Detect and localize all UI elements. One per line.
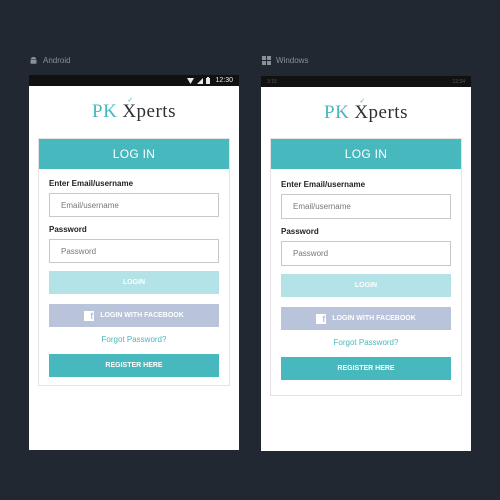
login-button[interactable]: LOGIN: [49, 271, 219, 294]
facebook-login-button[interactable]: f LOGIN WITH FACEBOOK: [281, 307, 451, 330]
password-field[interactable]: Password: [49, 239, 219, 263]
android-phone-screen: 12:30 PK ✓ Xperts LOG IN Enter Email/user…: [29, 75, 239, 450]
windows-label-text: Windows: [276, 55, 309, 65]
logo-pk: PK: [324, 102, 350, 123]
email-field[interactable]: Email/username: [49, 193, 219, 217]
password-label: Password: [49, 225, 87, 234]
status-time: 12:34: [452, 78, 465, 85]
login-card: LOG IN Enter Email/username Email/userna…: [270, 138, 462, 396]
facebook-login-button[interactable]: f LOGIN WITH FACEBOOK: [49, 304, 219, 327]
status-left-text: 3:15: [267, 78, 277, 85]
brand-logo: PK ✓ Xperts: [261, 93, 471, 133]
forgot-password-link[interactable]: Forgot Password?: [49, 335, 219, 344]
windows-platform-label: Windows: [262, 54, 308, 66]
brand-logo: PK ✓ Xperts: [29, 92, 239, 132]
android-label-text: Android: [43, 55, 71, 65]
register-button[interactable]: REGISTER HERE: [281, 357, 451, 380]
windows-phone-screen: 3:15 12:34 PK ✓ Xperts LOG IN Enter Email…: [261, 76, 471, 451]
facebook-login-label: LOGIN WITH FACEBOOK: [332, 315, 416, 322]
logo-accent-mark: ✓: [359, 97, 366, 105]
password-label: Password: [281, 227, 319, 236]
email-label: Enter Email/username: [281, 180, 366, 189]
password-field[interactable]: Password: [281, 241, 451, 266]
signal-icon: [197, 77, 204, 84]
register-button[interactable]: REGISTER HERE: [49, 354, 219, 377]
android-icon: [29, 56, 38, 65]
android-platform-label: Android: [29, 54, 71, 66]
email-label: Enter Email/username: [49, 179, 134, 188]
android-status-bar: 12:30: [29, 75, 239, 86]
forgot-password-link[interactable]: Forgot Password?: [281, 338, 451, 347]
facebook-icon: f: [316, 313, 327, 324]
logo-xperts: ✓ Xperts: [354, 97, 408, 123]
email-field[interactable]: Email/username: [281, 194, 451, 219]
login-button[interactable]: LOGIN: [281, 274, 451, 297]
status-icons: [187, 77, 211, 84]
windows-icon: [262, 55, 271, 65]
facebook-login-label: LOGIN WITH FACEBOOK: [100, 312, 184, 319]
login-card-title: LOG IN: [271, 139, 461, 169]
login-card: LOG IN Enter Email/username Email/userna…: [38, 138, 230, 386]
windows-status-bar: 3:15 12:34: [261, 76, 471, 87]
wifi-icon: [187, 77, 195, 84]
logo-xperts: ✓ Xperts: [122, 96, 176, 122]
status-time: 12:30: [215, 77, 233, 84]
logo-accent-mark: ✓: [127, 96, 134, 104]
logo-pk: PK: [92, 101, 118, 122]
facebook-icon: f: [84, 310, 95, 321]
battery-icon: [206, 77, 211, 84]
login-card-title: LOG IN: [39, 139, 229, 169]
